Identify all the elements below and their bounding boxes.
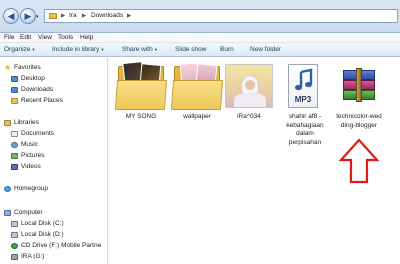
nav-item-label: CD Drive (F:) Mobile Partne bbox=[21, 242, 102, 249]
file-item-wallpaper[interactable]: wallpaper bbox=[167, 60, 227, 140]
mp3-file-icon: MP3 bbox=[288, 64, 318, 108]
menu-tools[interactable]: Tools bbox=[58, 34, 73, 41]
downloads-icon bbox=[11, 87, 18, 93]
breadcrumb-separator[interactable]: ▶ bbox=[127, 13, 131, 19]
navigation-pane: ★ Favorites Desktop Downloads Recent Pla… bbox=[0, 58, 108, 264]
folder-icon bbox=[114, 61, 168, 110]
nav-item-music[interactable]: Music bbox=[0, 141, 107, 150]
nav-item-pictures[interactable]: Pictures bbox=[0, 152, 107, 161]
file-item-technicolor-wedding-blogger[interactable]: technicolor-wed ding-blogger bbox=[329, 60, 389, 140]
chevron-down-icon: ▾ bbox=[154, 47, 157, 52]
include-in-library-button[interactable]: Include in library ▾ bbox=[52, 46, 104, 53]
menu-file[interactable]: File bbox=[4, 34, 14, 41]
nav-item-label: Videos bbox=[21, 163, 41, 170]
file-name: shahir af8 - kebahagiaan dalam perpisaha… bbox=[286, 113, 324, 146]
hard-drive-icon bbox=[11, 232, 18, 238]
nav-computer[interactable]: Computer bbox=[0, 209, 107, 218]
breadcrumb-separator[interactable]: ▶ bbox=[82, 13, 86, 19]
file-name: MY SONG bbox=[125, 113, 157, 120]
nav-item-local-disk-d[interactable]: Local Disk (D:) bbox=[0, 231, 107, 240]
computer-icon bbox=[4, 210, 11, 216]
cd-drive-icon bbox=[11, 243, 18, 249]
explorer-window: ◀ ▶ ▾ ▶ Ira ▶ Downloads ▶ File Edit View… bbox=[0, 0, 400, 264]
videos-icon bbox=[11, 164, 18, 170]
folder-icon bbox=[170, 62, 224, 110]
nav-item-label: Music bbox=[21, 141, 38, 148]
back-button[interactable]: ◀ bbox=[3, 8, 19, 24]
share-with-button[interactable]: Share with ▾ bbox=[122, 46, 157, 53]
nav-computer-label: Computer bbox=[14, 209, 43, 216]
file-item-mp3[interactable]: MP3 shahir af8 - kebahagiaan dalam perpi… bbox=[275, 60, 335, 160]
mp3-badge: MP3 bbox=[294, 95, 312, 104]
nav-item-local-disk-c[interactable]: Local Disk (C:) bbox=[0, 220, 107, 229]
recent-places-icon bbox=[11, 98, 18, 104]
hard-drive-icon bbox=[11, 221, 18, 227]
organize-button[interactable]: Organize ▾ bbox=[4, 46, 35, 53]
nav-libraries-label: Libraries bbox=[14, 119, 39, 126]
breadcrumb-separator[interactable]: ▶ bbox=[61, 13, 65, 19]
breadcrumb-item-downloads[interactable]: Downloads bbox=[91, 12, 123, 19]
file-name: wallpaper bbox=[183, 113, 211, 120]
photo-thumbnail bbox=[225, 64, 273, 108]
recent-pages-dropdown[interactable]: ▾ bbox=[36, 14, 39, 20]
file-item-ira-034[interactable]: iRa^034 bbox=[219, 60, 279, 140]
file-item-my-song[interactable]: MY SONG bbox=[111, 60, 171, 140]
nav-item-label: Documents bbox=[21, 130, 54, 137]
address-bar: ◀ ▶ ▾ ▶ Ira ▶ Downloads ▶ bbox=[0, 0, 400, 33]
nav-item-downloads[interactable]: Downloads bbox=[0, 86, 107, 95]
star-icon: ★ bbox=[4, 63, 12, 72]
menu-edit[interactable]: Edit bbox=[20, 34, 31, 41]
nav-homegroup[interactable]: Homegroup bbox=[0, 185, 107, 194]
nav-item-label: Recent Places bbox=[21, 97, 63, 104]
menu-view[interactable]: View bbox=[38, 34, 52, 41]
organize-label: Organize bbox=[4, 46, 31, 53]
slide-show-button[interactable]: Slide show bbox=[175, 46, 206, 53]
music-note-icon bbox=[295, 68, 313, 91]
share-with-label: Share with bbox=[122, 46, 153, 53]
removable-drive-icon bbox=[11, 254, 18, 260]
new-folder-button[interactable]: New folder bbox=[250, 46, 281, 53]
file-name: iRa^034 bbox=[237, 113, 261, 120]
include-in-library-label: Include in library bbox=[52, 46, 100, 53]
nav-item-ira-g[interactable]: IRA (G:) bbox=[0, 253, 107, 262]
nav-item-cd-drive[interactable]: CD Drive (F:) Mobile Partne bbox=[0, 242, 107, 251]
nav-item-documents[interactable]: Documents bbox=[0, 130, 107, 139]
pictures-icon bbox=[11, 153, 18, 159]
chevron-down-icon: ▾ bbox=[101, 47, 104, 52]
nav-item-label: Downloads bbox=[21, 86, 54, 93]
nav-item-recent-places[interactable]: Recent Places bbox=[0, 97, 107, 106]
nav-item-desktop[interactable]: Desktop bbox=[0, 75, 107, 84]
annotation-arrow-up-icon bbox=[338, 138, 380, 184]
nav-item-label: Pictures bbox=[21, 152, 45, 159]
file-name: technicolor-wed ding-blogger bbox=[336, 113, 382, 129]
winrar-archive-icon bbox=[339, 64, 379, 108]
documents-icon bbox=[11, 131, 18, 137]
desktop-icon bbox=[11, 76, 18, 82]
breadcrumb-item-ira[interactable]: Ira bbox=[69, 12, 77, 19]
menu-help[interactable]: Help bbox=[80, 34, 93, 41]
libraries-icon bbox=[4, 120, 11, 126]
forward-button[interactable]: ▶ bbox=[20, 8, 36, 24]
homegroup-icon bbox=[4, 186, 11, 192]
burn-button[interactable]: Burn bbox=[220, 46, 234, 53]
nav-item-label: Local Disk (C:) bbox=[21, 220, 64, 227]
file-list: MY SONG wallpaper iRa^034 MP3 shahir af8… bbox=[109, 58, 400, 264]
nav-item-label: Desktop bbox=[21, 75, 45, 82]
command-bar: Organize ▾ Include in library ▾ Share with… bbox=[0, 43, 400, 57]
folder-icon bbox=[49, 13, 57, 19]
nav-favorites-label: Favorites bbox=[14, 64, 41, 71]
chevron-down-icon: ▾ bbox=[32, 47, 35, 52]
nav-item-label: Local Disk (D:) bbox=[21, 231, 64, 238]
nav-item-label: IRA (G:) bbox=[21, 253, 45, 260]
nav-homegroup-label: Homegroup bbox=[14, 185, 48, 192]
nav-favorites[interactable]: ★ Favorites bbox=[0, 63, 107, 73]
breadcrumb[interactable]: ▶ Ira ▶ Downloads ▶ bbox=[44, 9, 398, 23]
music-icon bbox=[11, 142, 18, 148]
nav-item-videos[interactable]: Videos bbox=[0, 163, 107, 172]
menu-bar: File Edit View Tools Help bbox=[0, 33, 400, 43]
nav-libraries[interactable]: Libraries bbox=[0, 119, 107, 128]
